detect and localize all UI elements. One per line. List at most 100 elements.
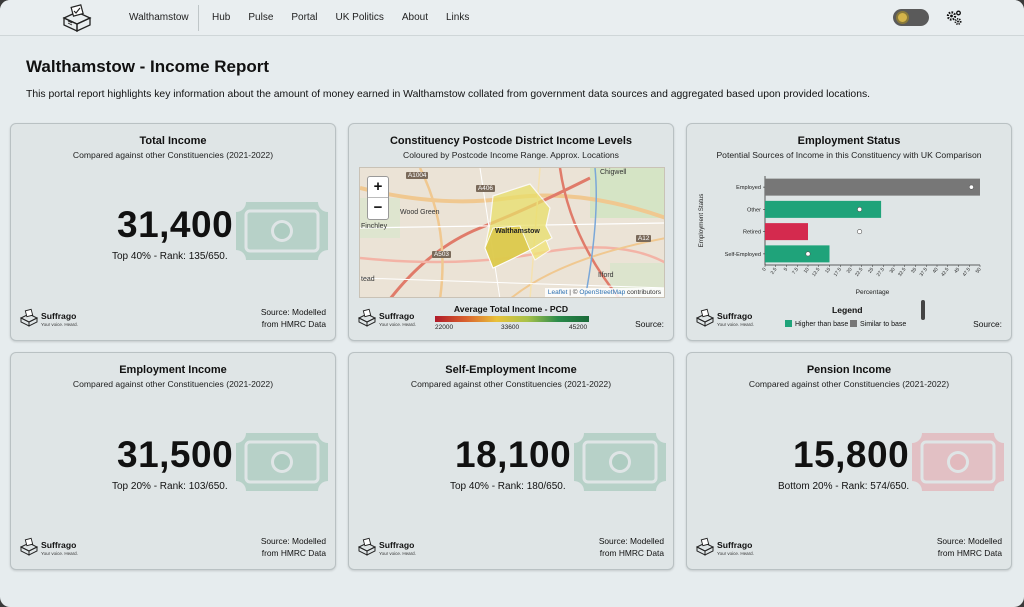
x-tick-label: 10 <box>803 266 811 274</box>
brand-tagline: Your voice. Heard. <box>379 322 416 327</box>
nav-link-links[interactable]: Links <box>446 12 469 23</box>
x-tick-label: 37.5 <box>919 266 929 277</box>
nav-link-hub[interactable]: Hub <box>212 12 230 23</box>
ballot-box-icon <box>357 537 377 556</box>
uk-base-marker <box>805 251 811 257</box>
total-income-rank: Top 40% - Rank: 135/650. <box>112 251 228 262</box>
chart-legend-title: Legend <box>832 305 863 315</box>
nav-link-pulse[interactable]: Pulse <box>248 12 273 23</box>
x-tick-label: 20 <box>846 266 854 274</box>
gears-icon[interactable] <box>945 9 963 27</box>
x-tick-label: 17.5 <box>833 266 843 277</box>
road-label-a503: A503 <box>432 251 451 258</box>
brand-name: Suffrago <box>41 540 77 550</box>
legend-higher-label: Higher than base <box>795 321 849 328</box>
x-tick-label: 40 <box>932 266 940 274</box>
page-title: Walthamstow - Income Report <box>26 57 270 76</box>
zoom-in-button[interactable]: + <box>368 177 388 198</box>
category-label: Self-Employed <box>725 252 761 258</box>
nav-constituency-title[interactable]: Walthamstow <box>129 12 189 23</box>
card-title: Pension Income <box>806 364 892 376</box>
x-tick-label: 27.5 <box>876 266 886 277</box>
source-note: Source: Modelled from HMRC Data <box>937 535 1002 559</box>
ballot-box-logo-icon[interactable] <box>60 4 94 33</box>
employment-status-card: Employment Status Potential Sources of I… <box>686 123 1012 341</box>
ballot-box-icon <box>357 308 377 327</box>
employment-income-rank: Top 20% - Rank: 103/650. <box>112 481 228 492</box>
employment-status-chart: Employment Status Employed Other Retired Sel… <box>698 176 983 296</box>
brand-name: Suffrago <box>41 311 77 321</box>
ballot-box-icon <box>695 537 715 556</box>
map-label-tead: tead <box>361 276 375 283</box>
category-label: Employed <box>736 185 761 191</box>
road-label-a406: A406 <box>476 185 495 192</box>
osm-link[interactable]: OpenStreetMap <box>579 289 625 296</box>
x-tick-label: 50 <box>975 266 983 274</box>
card-title: Total Income <box>139 135 207 147</box>
card-subtitle: Compared against other Constituencies (2… <box>748 379 950 389</box>
map-label-walthamstow: Walthamstow <box>495 228 540 235</box>
nav-link-portal[interactable]: Portal <box>291 12 317 23</box>
nav-link-uk-politics[interactable]: UK Politics <box>336 12 384 23</box>
source-line-1: Source: Modelled <box>598 536 664 546</box>
source-line-2: from HMRC Data <box>261 319 326 329</box>
theme-toggle[interactable] <box>893 9 929 26</box>
brand-name: Suffrago <box>717 540 753 550</box>
legend-swatch-higher <box>785 320 792 327</box>
x-tick-label: 25 <box>867 266 875 274</box>
legend-higher: Higher than base <box>785 320 848 328</box>
app-window: Walthamstow Hub Pulse Portal UK Politics… <box>0 0 1024 607</box>
bar <box>765 200 882 218</box>
nav-links: Hub Pulse Portal UK Politics About Links <box>212 12 487 23</box>
map-label-finchley: Finchley <box>361 223 388 230</box>
map-zoom-control: + − <box>367 176 389 220</box>
x-axis-title: Percentage <box>856 289 890 296</box>
card-subtitle: Compared against other Constituencies (2… <box>72 150 274 160</box>
x-tick-label: 12.5 <box>811 266 821 277</box>
brand-tagline: Your voice. Heard. <box>717 322 754 327</box>
legend-swatch-similar <box>850 320 857 327</box>
card-subtitle: Potential Sources of Income in this Cons… <box>716 150 982 160</box>
uk-base-marker <box>857 206 863 212</box>
brand-tagline: Your voice. Heard. <box>41 322 78 327</box>
road-label-a12: A12 <box>636 235 652 242</box>
x-tick-label: 45 <box>953 266 961 274</box>
category-label: Retired <box>743 230 761 236</box>
source-line-2: from HMRC Data <box>937 548 1002 558</box>
brand-name: Suffrago <box>379 540 415 550</box>
x-tick-label: 30 <box>889 266 897 274</box>
total-income-card: Total Income Compared against other Cons… <box>10 123 336 341</box>
x-tick-label: 2.5 <box>770 266 779 275</box>
nav-link-about[interactable]: About <box>402 12 428 23</box>
nav-divider <box>198 5 199 31</box>
zoom-out-button[interactable]: − <box>368 198 388 219</box>
source-note: Source: <box>635 319 664 329</box>
pension-income-card: Pension Income Compared against other Co… <box>686 352 1012 570</box>
income-map[interactable]: Chigwell Wood Green Finchley Walthamstow… <box>359 167 665 298</box>
map-label-wood-green: Wood Green <box>400 209 440 216</box>
legend-mid: 33600 <box>501 324 520 331</box>
map-label-ilford: Ilford <box>598 272 614 279</box>
suffrago-brand: Suffrago Your voice. Heard. <box>19 308 89 330</box>
brand-tagline: Your voice. Heard. <box>717 551 754 556</box>
brand-tagline: Your voice. Heard. <box>379 551 416 556</box>
pension-income-value: 15,800 <box>793 434 910 475</box>
y-axis-title: Employment Status <box>698 194 705 248</box>
uk-base-marker <box>968 184 974 190</box>
sun-icon <box>896 11 909 24</box>
x-tick-label: 42.5 <box>940 266 950 277</box>
bar <box>765 245 830 263</box>
map-legend-gradient <box>435 316 589 322</box>
legend-scroll-handle[interactable] <box>921 300 925 320</box>
source-line-1: Source: Modelled <box>936 536 1002 546</box>
card-title: Self-Employment Income <box>445 364 577 376</box>
x-tick-label: 47.5 <box>962 266 972 277</box>
attribution-tail: contributors <box>625 289 661 296</box>
source-note: Source: <box>973 319 1002 329</box>
x-tick-label: 5 <box>783 266 790 272</box>
employment-income-card: Employment Income Compared against other… <box>10 352 336 570</box>
x-tick-label: 22.5 <box>854 266 864 277</box>
page-description: This portal report highlights key inform… <box>26 89 871 100</box>
leaflet-link[interactable]: Leaflet <box>548 289 568 296</box>
ballot-box-icon <box>19 537 39 556</box>
